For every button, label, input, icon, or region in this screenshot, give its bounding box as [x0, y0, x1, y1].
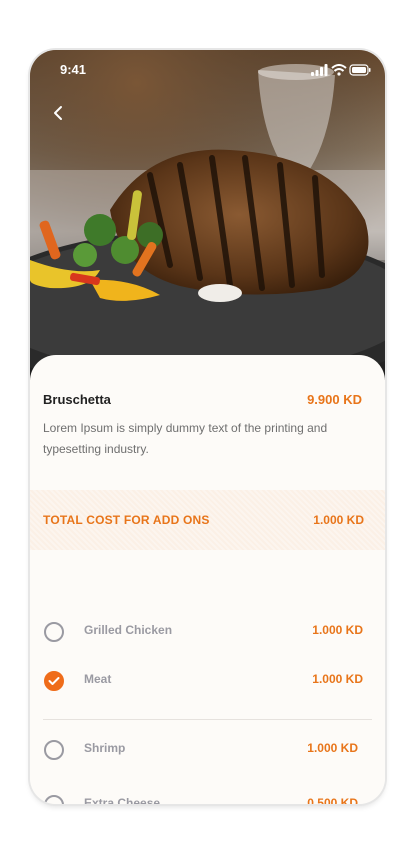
- addons-total-value: 1.000 KD: [313, 513, 364, 527]
- addon-price: 1.000 KD: [307, 741, 358, 755]
- chevron-left-icon: [54, 106, 62, 120]
- addon-price: 0.500 KD: [307, 796, 358, 804]
- steak-plate-illustration: [30, 50, 385, 380]
- addon-label: Meat: [84, 672, 112, 686]
- back-button[interactable]: [48, 102, 70, 124]
- radio-checked-icon[interactable]: [44, 671, 64, 691]
- phone-screen: 9:41 Bruschetta 9.900 KD Lorem Ipsum is …: [30, 50, 385, 804]
- addon-item-shrimp[interactable]: Shrimp 1.000 KD: [30, 735, 385, 765]
- status-bar: 9:41: [30, 50, 385, 90]
- addon-label: Shrimp: [84, 741, 126, 755]
- checkmark-icon: [48, 677, 60, 685]
- addon-label: Grilled Chicken: [84, 623, 173, 637]
- addon-item-grilled-chicken[interactable]: Grilled Chicken 1.000 KD: [30, 617, 385, 647]
- addon-price: 1.000 KD: [312, 672, 363, 686]
- addon-item-meat[interactable]: Meat 1.000 KD: [30, 666, 385, 696]
- status-icons: [311, 63, 371, 81]
- divider: [43, 719, 372, 720]
- status-time: 9:41: [60, 62, 87, 77]
- product-price: 9.900 KD: [307, 392, 362, 407]
- radio-unchecked-icon[interactable]: [44, 622, 64, 642]
- product-description: Lorem Ipsum is simply dummy text of the …: [43, 421, 328, 456]
- addons-total-bar: TOTAL COST FOR ADD ONS 1.000 KD: [30, 490, 385, 550]
- addon-item-extra-cheese[interactable]: Extra Cheese 0.500 KD: [30, 790, 385, 804]
- addon-label: Extra Cheese: [84, 796, 161, 804]
- food-image: 9:41: [30, 50, 385, 380]
- product-details-card: Bruschetta 9.900 KD Lorem Ipsum is simpl…: [30, 355, 385, 804]
- product-name: Bruschetta: [43, 392, 111, 407]
- addons-total-label: TOTAL COST FOR ADD ONS: [43, 513, 210, 527]
- radio-unchecked-icon[interactable]: [44, 740, 64, 760]
- signal-wifi-battery-icon: [311, 64, 371, 76]
- radio-unchecked-icon[interactable]: [44, 795, 64, 804]
- addon-price: 1.000 KD: [312, 623, 363, 637]
